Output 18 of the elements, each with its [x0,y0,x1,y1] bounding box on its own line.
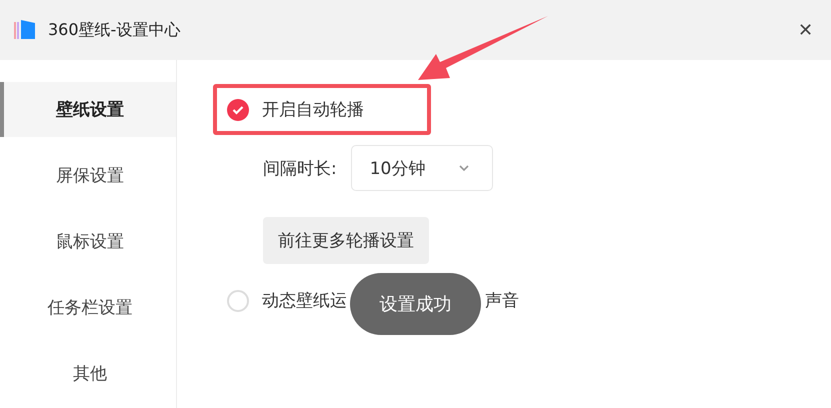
sidebar-item[interactable]: 壁纸设置 [0,82,176,137]
toast: 设置成功 [350,273,481,335]
checkbox-label: 动态壁纸运 [262,290,347,312]
auto-rotate-checkbox[interactable]: 开启自动轮播 [227,98,417,121]
checkbox-label: 开启自动轮播 [262,99,364,121]
sidebar-item[interactable]: 任务栏设置 [0,280,176,335]
more-settings-button[interactable]: 前往更多轮播设置 [263,217,429,264]
sidebar-item[interactable]: 屏保设置 [0,148,176,203]
app-logo-icon [14,19,36,41]
sidebar-item[interactable]: 鼠标设置 [0,214,176,269]
checkbox-label: 声音 [485,290,519,312]
interval-label: 间隔时长: [263,158,337,180]
checkbox-icon[interactable] [227,290,249,312]
sidebar-item[interactable]: 其他 [0,346,176,401]
chevron-down-icon [458,164,470,172]
close-button[interactable]: ✕ [794,17,817,43]
window-title: 360壁纸-设置中心 [48,20,180,40]
interval-dropdown[interactable]: 10分钟 [350,145,493,191]
